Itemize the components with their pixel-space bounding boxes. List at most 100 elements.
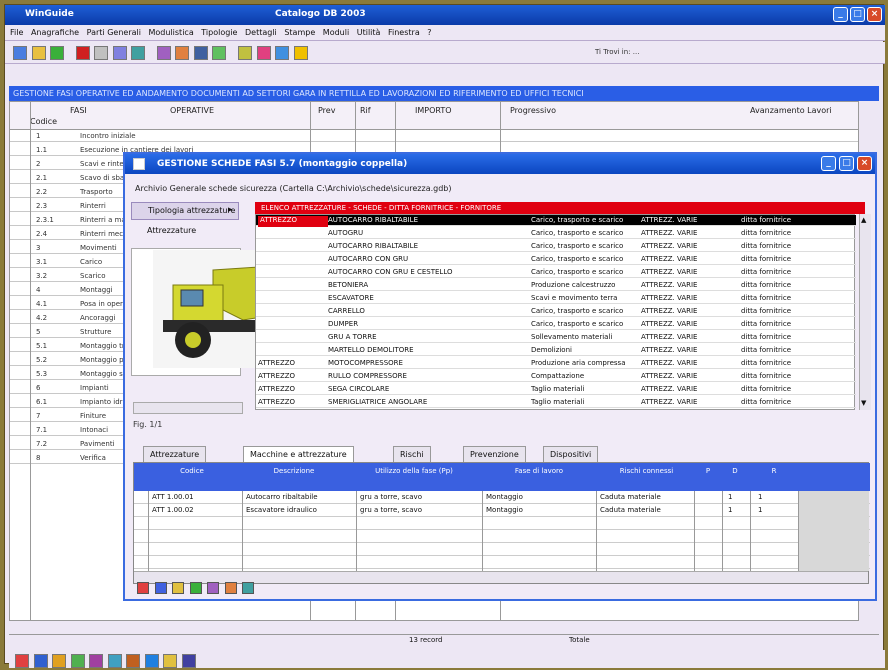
star-icon[interactable] bbox=[163, 654, 178, 668]
delete-record-icon[interactable] bbox=[224, 582, 237, 594]
grid-row[interactable]: ATT 1.00.01 Autocarro ribaltabile gru a to… bbox=[134, 491, 870, 504]
list-item-supplier: ditta fornitrice bbox=[741, 320, 791, 328]
list-item[interactable]: CARRELLO Carico, trasporto e scarico ATTRE… bbox=[256, 306, 856, 317]
list-item[interactable]: ATTREZZO MOTOCOMPRESSORE Produzione aria c… bbox=[256, 358, 856, 369]
print-icon[interactable] bbox=[156, 46, 171, 60]
phase-operation: Ancoraggi bbox=[80, 314, 116, 322]
grid-icon[interactable] bbox=[181, 654, 196, 668]
dialog-close-button[interactable]: × bbox=[857, 156, 872, 171]
settings-icon[interactable] bbox=[238, 46, 253, 60]
mail-icon[interactable] bbox=[144, 654, 159, 668]
list-scrollbar[interactable]: ▲ ▼ bbox=[859, 214, 871, 410]
list-item[interactable]: AUTOCARRO RIBALTABILE Carico, trasporto e… bbox=[256, 241, 856, 252]
folder-icon[interactable] bbox=[52, 654, 67, 668]
menu-file[interactable]: File bbox=[10, 25, 23, 41]
scroll-up-icon[interactable]: ▲ bbox=[861, 216, 870, 225]
grid-row[interactable] bbox=[134, 543, 870, 556]
print-record-icon[interactable] bbox=[242, 582, 255, 594]
phase-code: 8 bbox=[36, 454, 41, 462]
grid-row[interactable]: ATT 1.00.02 Escavatore idraulico gru a tor… bbox=[134, 504, 870, 517]
calc-icon[interactable] bbox=[256, 46, 271, 60]
list-item[interactable]: ATTREZZO AUTOCARRO RIBALTABILE Carico, tra… bbox=[256, 215, 856, 227]
list-item-name: DUMPER bbox=[328, 320, 359, 328]
menu-anagrafiche[interactable]: Anagrafiche bbox=[31, 25, 79, 41]
new-record-icon[interactable] bbox=[207, 582, 220, 594]
list-item-supplier: ditta fornitrice bbox=[741, 229, 791, 237]
close-button[interactable]: × bbox=[867, 7, 882, 22]
list-item[interactable]: AUTOCARRO CON GRU E CESTELLO Carico, tras… bbox=[256, 267, 856, 278]
list-item[interactable]: ESCAVATORE Scavi e movimento terra ATTREZZ… bbox=[256, 293, 856, 304]
col-divider bbox=[30, 102, 31, 620]
list-item[interactable]: ATTREZZO SMERIGLIATRICE ANGOLARE Taglio ma… bbox=[256, 397, 856, 408]
user-icon[interactable] bbox=[89, 654, 104, 668]
grid-cell-c6: 1 bbox=[728, 493, 733, 501]
first-record-icon[interactable] bbox=[137, 582, 149, 594]
tab-dispositivi[interactable]: Dispositivi bbox=[543, 446, 599, 462]
header-rif: Rif bbox=[360, 106, 371, 115]
grid-row[interactable] bbox=[134, 556, 870, 569]
list-item[interactable]: BETONIERA Produzione calcestruzzo ATTREZZ.… bbox=[256, 280, 856, 291]
tab-rischi[interactable]: Rischi bbox=[393, 446, 431, 462]
bottom-toolbar bbox=[9, 650, 885, 668]
menu-finestra[interactable]: Finestra bbox=[388, 25, 420, 41]
list-item[interactable]: AUTOCARRO CON GRU Carico, trasporto e sca… bbox=[256, 254, 856, 265]
tab-macchine[interactable]: Macchine e attrezzature bbox=[243, 446, 354, 462]
info-icon[interactable] bbox=[275, 46, 290, 60]
next-record-icon[interactable] bbox=[172, 582, 185, 594]
last-record-icon[interactable] bbox=[189, 582, 202, 594]
list-item[interactable]: ATTREZZO RULLO COMPRESSORE Compattazione AT… bbox=[256, 371, 856, 382]
phase-code: 2.3.1 bbox=[36, 216, 54, 224]
tab-prevenzione[interactable]: Prevenzione bbox=[463, 446, 526, 462]
schede-dialog: GESTIONE SCHEDE FASI 5.7 (montaggio copp… bbox=[123, 152, 877, 601]
menu-modulistica[interactable]: Modulistica bbox=[149, 25, 194, 41]
find-icon[interactable] bbox=[131, 46, 146, 60]
copy-icon[interactable] bbox=[94, 46, 109, 60]
calendar-icon[interactable] bbox=[107, 654, 122, 668]
menu-utilita[interactable]: Utilità bbox=[357, 25, 381, 41]
grid-cell-c3: Montaggio bbox=[486, 506, 523, 514]
open-icon[interactable] bbox=[31, 46, 46, 60]
list-item-category: ATTREZZ. VARIE bbox=[641, 307, 698, 315]
menu-tipologie[interactable]: Tipologie bbox=[201, 25, 237, 41]
new-icon[interactable] bbox=[13, 46, 27, 60]
menu-parti-generali[interactable]: Parti Generali bbox=[87, 25, 141, 41]
list-item-category: ATTREZZ. VARIE bbox=[641, 398, 698, 406]
list-item[interactable]: ATTREZZO SEGA CIRCOLARE Taglio materiali AT… bbox=[256, 384, 856, 395]
check-icon[interactable] bbox=[70, 654, 85, 668]
chart-icon[interactable] bbox=[193, 46, 208, 60]
phase-code: 2 bbox=[36, 160, 41, 168]
grid-header-rischi: Rischi connessi bbox=[619, 467, 674, 475]
grid-row[interactable] bbox=[134, 517, 870, 530]
scroll-down-icon[interactable]: ▼ bbox=[861, 399, 870, 408]
maximize-button[interactable]: □ bbox=[850, 7, 865, 22]
image-scrollbar[interactable] bbox=[133, 402, 243, 414]
menu-stampe[interactable]: Stampe bbox=[284, 25, 315, 41]
menu-dettagli[interactable]: Dettagli bbox=[245, 25, 277, 41]
tab-attrezzature[interactable]: Attrezzature bbox=[143, 446, 207, 462]
list-item[interactable]: AUTOGRU Carico, trasporto e scarico ATTREZ… bbox=[256, 228, 856, 239]
menu-moduli[interactable]: Moduli bbox=[323, 25, 349, 41]
save-icon[interactable] bbox=[50, 46, 65, 60]
home-icon[interactable] bbox=[33, 654, 48, 668]
minimize-button[interactable]: _ bbox=[833, 7, 848, 22]
grid-header-codice: Codice bbox=[180, 467, 204, 475]
section-selector[interactable]: Tipologia attrezzature ▸ bbox=[131, 202, 239, 220]
delete-icon[interactable] bbox=[75, 46, 90, 60]
paste-icon[interactable] bbox=[112, 46, 127, 60]
tools-icon[interactable] bbox=[212, 46, 227, 60]
grid-divider bbox=[694, 491, 695, 571]
help-icon[interactable] bbox=[293, 46, 308, 60]
list-item-activity: Carico, trasporto e scarico bbox=[531, 242, 624, 250]
tool-icon[interactable] bbox=[126, 654, 141, 668]
dialog-minimize-button[interactable]: _ bbox=[821, 156, 836, 171]
exit-icon[interactable] bbox=[15, 654, 29, 668]
table-row[interactable]: 1 Incontro iniziale bbox=[10, 130, 858, 142]
menu-help[interactable]: ? bbox=[427, 25, 431, 41]
dialog-maximize-button[interactable]: □ bbox=[839, 156, 854, 171]
list-item[interactable]: MARTELLO DEMOLITORE Demolizioni ATTREZZ. V… bbox=[256, 345, 856, 356]
list-item[interactable]: GRU A TORRE Sollevamento materiali ATTREZZ… bbox=[256, 332, 856, 343]
prev-record-icon[interactable] bbox=[154, 582, 167, 594]
preview-icon[interactable] bbox=[175, 46, 190, 60]
grid-row[interactable] bbox=[134, 530, 870, 543]
list-item[interactable]: DUMPER Carico, trasporto e scarico ATTREZZ… bbox=[256, 319, 856, 330]
